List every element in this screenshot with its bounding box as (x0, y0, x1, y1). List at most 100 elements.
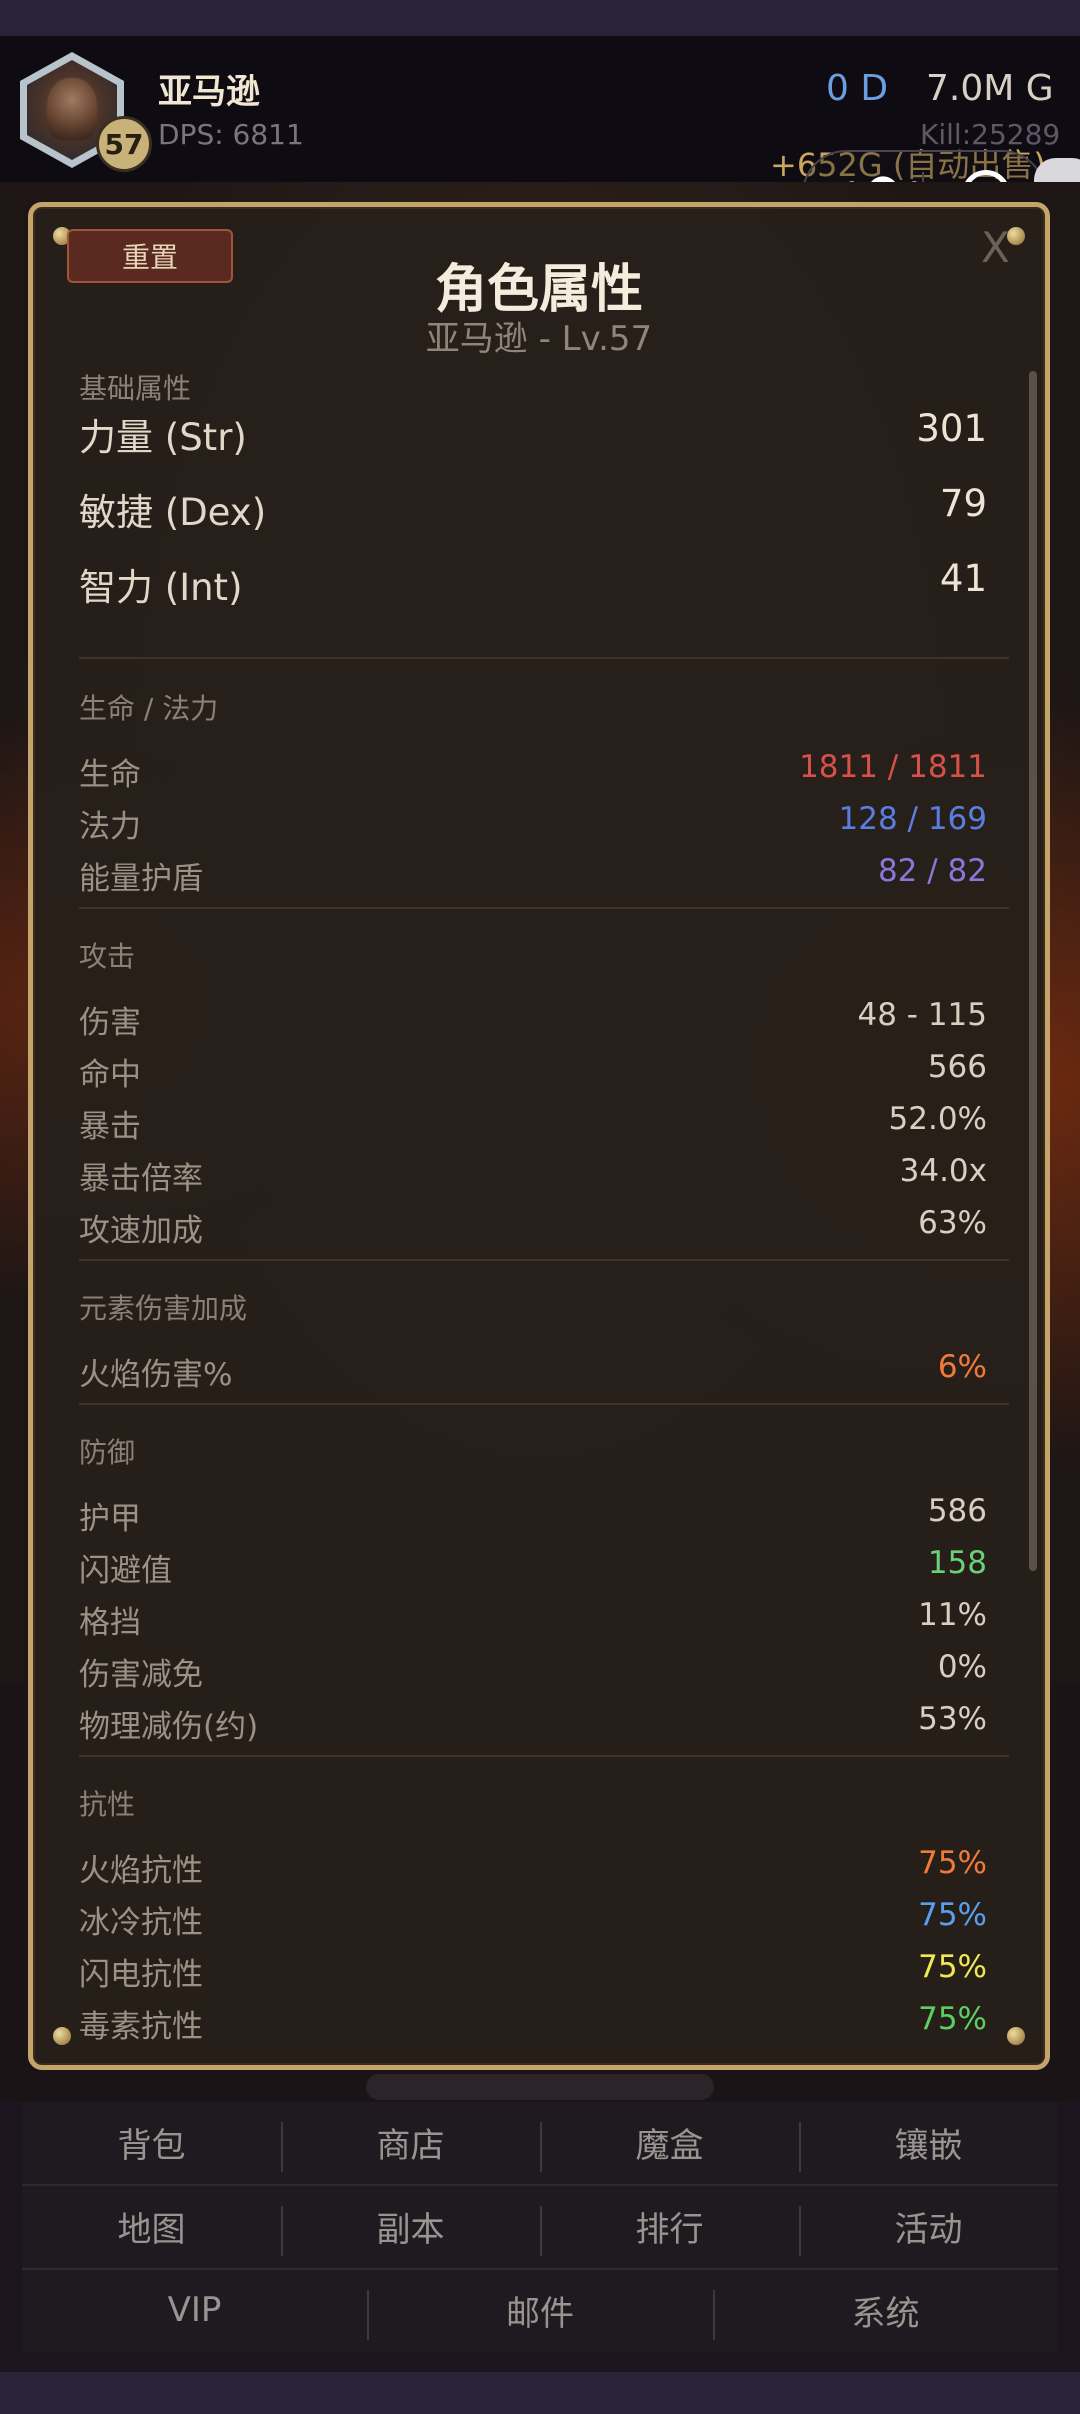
stat-label: 能量护盾 (79, 861, 203, 897)
stat-label: 法力 (79, 809, 141, 845)
stat-label: 命中 (79, 1057, 141, 1093)
section-divider (79, 1755, 1009, 1757)
section-divider (79, 907, 1009, 909)
stat-row: 伤害减免 0% (79, 1649, 1009, 1693)
nav-socket[interactable]: 镶嵌 (799, 2102, 1058, 2182)
hero-name: 亚马逊 (158, 72, 260, 112)
stat-row: 命中 566 (79, 1049, 1009, 1093)
stat-value: 301 (916, 407, 987, 450)
bottom-nav: 背包 商店 魔盒 镶嵌 地图 副本 排行 活动 VIP 邮件 系统 (22, 2102, 1058, 2352)
stat-row: 敏捷 (Dex) 79 (79, 482, 1009, 534)
section-divider (79, 657, 1009, 659)
corner-stud (53, 2027, 71, 2045)
stat-label: 火焰伤害% (79, 1357, 233, 1393)
stat-label: 敏捷 (Dex) (79, 491, 267, 534)
stat-label: 毒素抗性 (79, 2009, 203, 2045)
hero-dps: DPS: 6811 (158, 118, 304, 151)
stat-row: 闪避值 158 (79, 1545, 1009, 1589)
stat-row: 物理减伤(约) 53% (79, 1701, 1009, 1745)
stat-value: 11% (918, 1597, 987, 1633)
stat-value: 34.0x (899, 1153, 987, 1189)
stat-value: 1811 / 1811 (799, 749, 987, 785)
stat-label: 力量 (Str) (79, 416, 247, 459)
stat-value: 586 (927, 1493, 987, 1529)
stat-value: 0% (937, 1649, 987, 1685)
stat-label: 伤害 (79, 1005, 141, 1041)
nav-ranking[interactable]: 排行 (540, 2186, 799, 2266)
stat-row: 伤害 48 - 115 (79, 997, 1009, 1041)
status-strip (0, 0, 1080, 36)
stat-row: 护甲 586 (79, 1493, 1009, 1537)
stat-label: 伤害减免 (79, 1657, 203, 1693)
nav-dungeon[interactable]: 副本 (281, 2186, 540, 2266)
stat-value: 128 / 169 (838, 801, 988, 837)
section-divider (79, 1259, 1009, 1261)
section-title-defense: 防御 (79, 1436, 136, 1469)
stat-label: 暴击倍率 (79, 1161, 203, 1197)
stat-value: 158 (927, 1545, 987, 1581)
nav-events[interactable]: 活动 (799, 2186, 1058, 2266)
nav-mail[interactable]: 邮件 (367, 2270, 713, 2350)
gold-currency: 7.0M G (926, 68, 1054, 109)
nav-row: 地图 副本 排行 活动 (22, 2186, 1058, 2266)
section-title-basic: 基础属性 (79, 372, 192, 405)
section-title-elemental: 元素伤害加成 (79, 1292, 248, 1325)
section-title-life-mana: 生命 / 法力 (79, 692, 219, 725)
stat-value: 53% (918, 1701, 987, 1737)
nav-system[interactable]: 系统 (713, 2270, 1058, 2350)
stat-row: 攻速加成 63% (79, 1205, 1009, 1249)
stat-value: 566 (927, 1049, 987, 1085)
nav-row: 背包 商店 魔盒 镶嵌 (22, 2102, 1058, 2182)
stat-value: 6% (937, 1349, 987, 1385)
stat-value: 75% (918, 1845, 987, 1881)
hero-portrait-icon (47, 78, 97, 140)
stat-value: 79 (939, 482, 987, 525)
stat-label: 智力 (Int) (79, 566, 243, 609)
nav-backpack[interactable]: 背包 (22, 2102, 281, 2182)
stat-label: 闪避值 (79, 1553, 172, 1589)
stat-row: 力量 (Str) 301 (79, 407, 1009, 459)
stat-value: 75% (918, 1897, 987, 1933)
nav-shop[interactable]: 商店 (281, 2102, 540, 2182)
stat-row: 闪电抗性 75% (79, 1949, 1009, 1993)
stat-label: 火焰抗性 (79, 1853, 203, 1889)
scrollbar-thumb[interactable] (1029, 371, 1037, 1571)
stat-row: 格挡 11% (79, 1597, 1009, 1641)
stat-label: 暴击 (79, 1109, 141, 1145)
stat-label: 冰冷抗性 (79, 1905, 203, 1941)
level-badge: 57 (96, 116, 152, 172)
stat-value: 75% (918, 2001, 987, 2037)
stat-row: 冰冷抗性 75% (79, 1897, 1009, 1941)
stat-value: 63% (918, 1205, 987, 1241)
stat-row: 暴击 52.0% (79, 1101, 1009, 1145)
stat-row: 毒素抗性 75% (79, 2001, 1009, 2045)
nav-vip[interactable]: VIP (22, 2270, 367, 2350)
section-divider (79, 1403, 1009, 1405)
nav-row: VIP 邮件 系统 (22, 2270, 1058, 2350)
stat-label: 护甲 (79, 1501, 141, 1537)
stat-value: 41 (939, 557, 987, 600)
section-title-resist: 抗性 (79, 1788, 136, 1821)
stat-row: 能量护盾 82 / 82 (79, 853, 1009, 897)
nav-cube[interactable]: 魔盒 (540, 2102, 799, 2182)
drawer-handle[interactable] (366, 2074, 714, 2100)
modal-subtitle: 亚马逊 - Lv.57 (425, 319, 653, 359)
stat-row: 生命 1811 / 1811 (79, 749, 1009, 793)
nav-map[interactable]: 地图 (22, 2186, 281, 2266)
stat-value: 52.0% (888, 1101, 987, 1137)
section-title-attack: 攻击 (79, 940, 136, 973)
attributes-modal: 重置 X 角色属性 亚马逊 - Lv.57 基础属性 力量 (Str) 301 … (28, 202, 1050, 2070)
stat-label: 生命 (79, 757, 141, 793)
stat-row: 暴击倍率 34.0x (79, 1153, 1009, 1197)
stat-value: 48 - 115 (857, 997, 987, 1033)
stat-label: 格挡 (79, 1605, 141, 1641)
corner-stud (1007, 2027, 1025, 2045)
stat-row: 智力 (Int) 41 (79, 557, 1009, 609)
stat-label: 物理减伤(约) (79, 1709, 259, 1745)
stat-value: 82 / 82 (877, 853, 987, 889)
stat-row: 火焰抗性 75% (79, 1845, 1009, 1889)
stat-label: 攻速加成 (79, 1213, 203, 1249)
diamond-currency: 0 D (826, 68, 889, 109)
stat-row: 法力 128 / 169 (79, 801, 1009, 845)
system-gesture-bar (0, 2372, 1080, 2414)
